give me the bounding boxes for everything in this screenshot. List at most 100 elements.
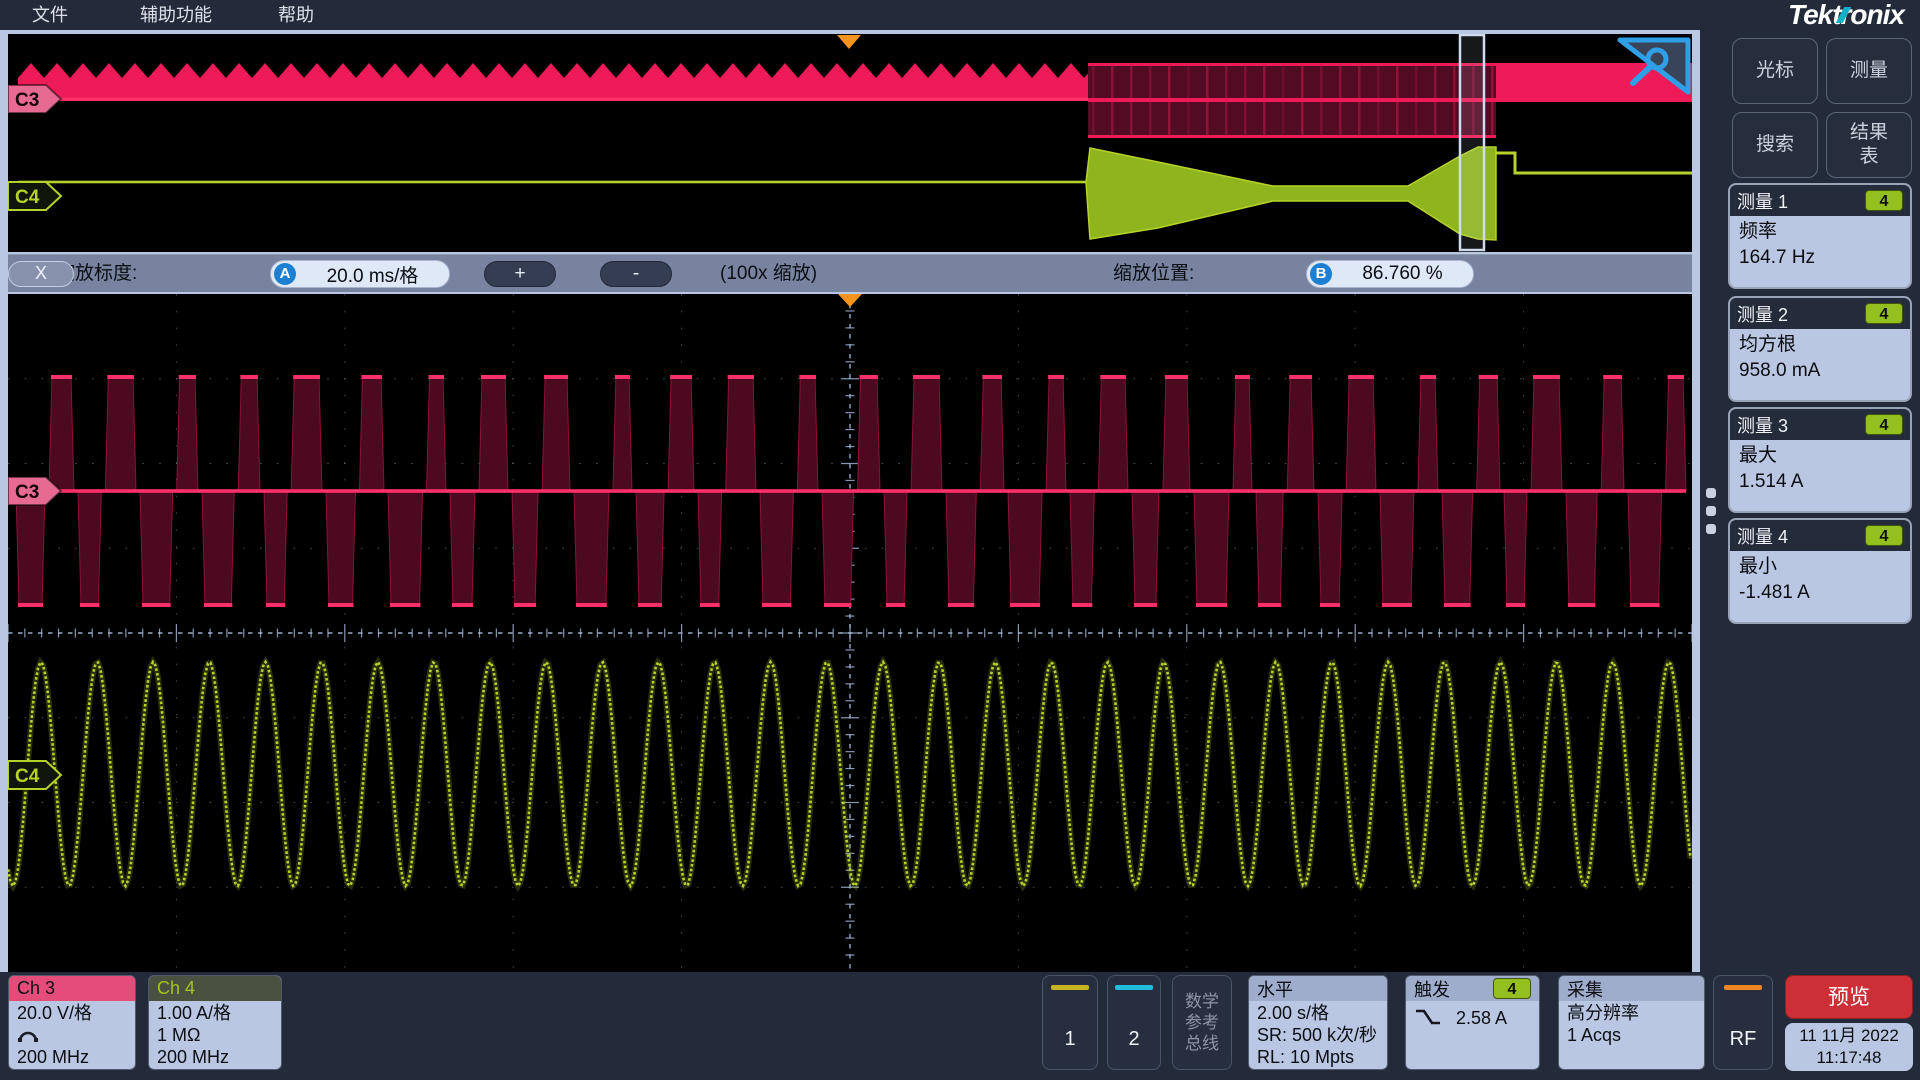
channel-tag-label: C3	[15, 482, 39, 503]
oscilloscope-screen: 文件 辅助功能 帮助 Tektronix C3 C4 水平缩放标度: A 20.0…	[0, 0, 1920, 1080]
measurement-title: 测量 2	[1737, 301, 1788, 327]
falling-edge-icon	[1414, 1008, 1442, 1026]
acquisition-mode: 高分辨率	[1567, 1002, 1696, 1024]
sidebar-drag-handle[interactable]	[1706, 488, 1720, 542]
ch4-impedance: 1 MΩ	[157, 1024, 273, 1046]
trigger-panel[interactable]: 触发 4 2.58 A	[1405, 975, 1540, 1070]
measurement-value: 958.0 mA	[1739, 358, 1901, 384]
source-channel-badge: 4	[1865, 303, 1903, 324]
view-2-color-bar	[1115, 985, 1153, 990]
ch3-header: Ch 3	[9, 976, 135, 1001]
overview-waveform-area[interactable]: C3 C4	[8, 34, 1692, 252]
source-channel-badge: 4	[1865, 525, 1903, 546]
horizontal-panel[interactable]: 水平 2.00 s/格 SR: 500 k次/秒 RL: 10 Mpts	[1248, 975, 1388, 1070]
zoom-in-button[interactable]: +	[484, 261, 556, 287]
trigger-level: 2.58 A	[1456, 1008, 1507, 1028]
date-text: 11 11月 2022	[1785, 1025, 1913, 1047]
rf-color-bar	[1724, 985, 1762, 990]
acquisition-panel[interactable]: 采集 高分辨率 1 Acqs	[1558, 975, 1705, 1070]
measurement-name: 频率	[1739, 219, 1901, 245]
results-sidebar: 光标 测量 搜索 结果 表 测量 1 4 频率 164.7 Hz 测量 2 4 …	[1700, 30, 1920, 972]
sidebar-button-results-table[interactable]: 结果 表	[1826, 112, 1912, 178]
datetime-display[interactable]: 11 11月 2022 11:17:48	[1785, 1023, 1913, 1071]
knob-b-icon: B	[1310, 263, 1332, 285]
zoom-scale-control[interactable]: A 20.0 ms/格	[270, 260, 450, 288]
measurement-card-2[interactable]: 测量 2 4 均方根 958.0 mA	[1728, 296, 1912, 402]
preview-button[interactable]: 预览	[1785, 975, 1913, 1019]
zoom-position-value: 86.760 %	[1332, 263, 1473, 285]
source-channel-badge: 4	[1865, 190, 1903, 211]
main-grid-svg: C3 C4	[8, 294, 1692, 972]
menu-item-help[interactable]: 帮助	[278, 0, 314, 30]
math-ref-bus-label: 数学 参考 总线	[1185, 991, 1219, 1054]
channel-badge-ch3[interactable]: Ch 3 20.0 V/格 200 MHz	[8, 975, 136, 1070]
trigger-position-icon[interactable]	[837, 35, 861, 49]
channel-tag-label: C4	[15, 187, 40, 208]
ch4-header: Ch 4	[149, 976, 281, 1001]
acquisition-count: 1 Acqs	[1567, 1024, 1696, 1046]
ch3-scale: 20.0 V/格	[17, 1002, 127, 1024]
measurement-name: 最大	[1739, 443, 1901, 469]
time-text: 11:17:48	[1785, 1047, 1913, 1069]
waveform-view-2-button[interactable]: 2	[1107, 975, 1161, 1070]
measurement-name: 均方根	[1739, 332, 1901, 358]
drag-dot	[1706, 506, 1716, 516]
measurement-value: 164.7 Hz	[1739, 245, 1901, 271]
measurement-title: 测量 1	[1737, 188, 1788, 214]
rf-label: RF	[1714, 1028, 1772, 1051]
acquisition-title: 采集	[1567, 976, 1603, 1002]
measurement-value: 1.514 A	[1739, 469, 1901, 495]
measurement-title: 测量 4	[1737, 523, 1788, 549]
probe-coupling-icon	[17, 1028, 39, 1043]
measurement-name: 最小	[1739, 554, 1901, 580]
drag-dot	[1706, 524, 1716, 534]
horizontal-scale: 2.00 s/格	[1257, 1002, 1379, 1024]
waveform-view-1-button[interactable]: 1	[1042, 975, 1098, 1070]
sidebar-button-cursors[interactable]: 光标	[1732, 38, 1818, 104]
zoom-window-box[interactable]	[1460, 35, 1484, 250]
overview-svg: C3 C4	[8, 34, 1692, 252]
measurement-title: 测量 3	[1737, 412, 1788, 438]
zoom-control-bar: 水平缩放标度: A 20.0 ms/格 + - (100x 缩放) 缩放位置: …	[8, 254, 1692, 292]
drag-dot	[1706, 488, 1716, 498]
trigger-source-badge: 4	[1493, 978, 1531, 999]
sidebar-button-measure[interactable]: 测量	[1826, 38, 1912, 104]
tektronix-logo: Tektronix	[1788, 0, 1904, 30]
knob-a-icon: A	[274, 263, 296, 285]
menu-bar: 文件 辅助功能 帮助 Tektronix	[0, 0, 1920, 30]
zoom-close-button[interactable]: X	[8, 261, 74, 287]
view-1-label: 1	[1043, 1028, 1097, 1051]
zoom-position-label: 缩放位置:	[1113, 255, 1194, 293]
ch4-scale: 1.00 A/格	[157, 1002, 273, 1024]
record-length: RL: 10 Mpts	[1257, 1046, 1379, 1068]
ch3-bandwidth: 200 MHz	[17, 1046, 127, 1068]
sidebar-button-search[interactable]: 搜索	[1732, 112, 1818, 178]
trigger-title: 触发	[1414, 976, 1450, 1002]
measurement-card-3[interactable]: 测量 3 4 最大 1.514 A	[1728, 407, 1912, 513]
menu-item-utility[interactable]: 辅助功能	[140, 0, 212, 30]
math-ref-bus-button[interactable]: 数学 参考 总线	[1172, 975, 1232, 1070]
channel-badge-ch4[interactable]: Ch 4 1.00 A/格 1 MΩ 200 MHz	[148, 975, 282, 1070]
bottom-status-bar: Ch 3 20.0 V/格 200 MHz Ch 4 1.00 A/格 1 MΩ…	[0, 972, 1920, 1080]
ch4-bandwidth: 200 MHz	[157, 1046, 273, 1068]
source-channel-badge: 4	[1865, 414, 1903, 435]
zoom-factor-label: (100x 缩放)	[720, 255, 817, 293]
horizontal-title: 水平	[1257, 976, 1293, 1002]
sample-rate: SR: 500 k次/秒	[1257, 1024, 1379, 1046]
measurement-card-1[interactable]: 测量 1 4 频率 164.7 Hz	[1728, 183, 1912, 289]
trigger-position-icon[interactable]	[838, 294, 862, 307]
view-2-label: 2	[1108, 1028, 1160, 1051]
menu-item-file[interactable]: 文件	[32, 0, 68, 30]
main-waveform-area[interactable]: C3 C4	[8, 294, 1692, 972]
view-1-color-bar	[1051, 985, 1089, 990]
measurement-value: -1.481 A	[1739, 580, 1901, 606]
zoom-position-control[interactable]: B 86.760 %	[1306, 260, 1474, 288]
ch3-coupling-row	[17, 1024, 127, 1046]
waveform-display-frame: C3 C4 水平缩放标度: A 20.0 ms/格 + - (100x 缩放) 缩…	[0, 30, 1700, 972]
channel-tag-label: C4	[15, 766, 40, 787]
zoom-scale-value: 20.0 ms/格	[296, 261, 449, 288]
measurement-card-4[interactable]: 测量 4 4 最小 -1.481 A	[1728, 518, 1912, 624]
zoom-out-button[interactable]: -	[600, 261, 672, 287]
rf-button[interactable]: RF	[1713, 975, 1773, 1070]
channel-tag-label: C3	[15, 90, 39, 111]
